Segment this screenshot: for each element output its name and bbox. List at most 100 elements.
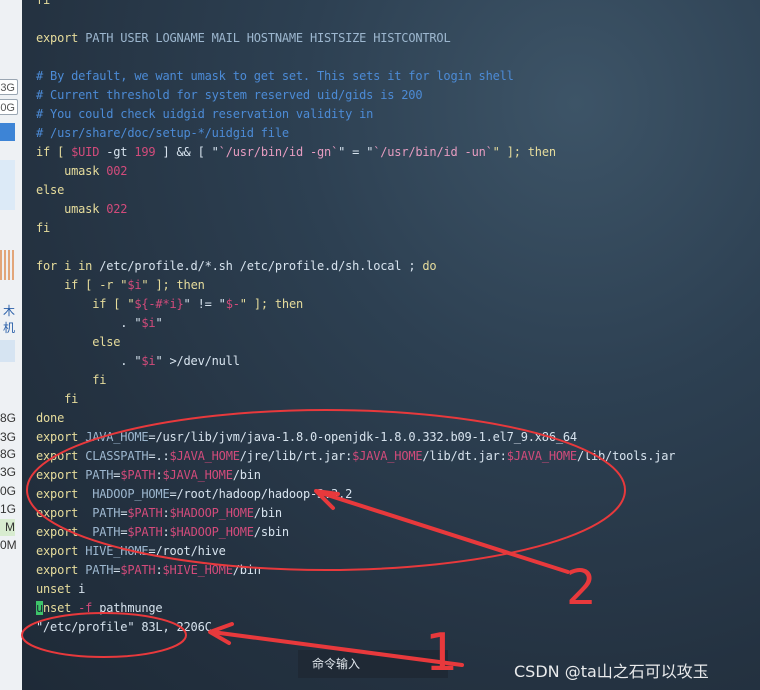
terminal-token: " = " (338, 145, 374, 159)
terminal-token: if [ (36, 145, 72, 159)
terminal-line: done (36, 409, 675, 428)
terminal-line: export HIVE_HOME=/root/hive (36, 542, 675, 561)
terminal-token: ] && [ " (155, 145, 219, 159)
terminal-token: else (36, 335, 121, 349)
terminal-token: " ]; then (492, 145, 556, 159)
terminal-token: : (162, 525, 170, 539)
terminal-line: for i in /etc/profile.d/*.sh /etc/profil… (36, 257, 675, 276)
terminal-token: # /usr/share/doc/setup-*/uidgid file (36, 126, 289, 140)
terminal-token: /jre/lib/rt.jar: (239, 449, 353, 463)
terminal-token: $HADOOP_HOME (169, 525, 254, 539)
terminal-token: export (36, 525, 93, 539)
terminal-line: "/etc/profile" 83L, 2206C (36, 618, 675, 637)
terminal-token: "/etc/profile" 83L, 2206C (36, 620, 212, 634)
terminal-line: if [ -r "$i" ]; then (36, 276, 675, 295)
terminal-token: if [ " (36, 297, 135, 311)
terminal-token: 022 (106, 202, 128, 216)
terminal-token: export (36, 468, 86, 482)
terminal-token: =/root/hadoop/hadoop-3.3.2 (169, 487, 353, 501)
terminal-token: /lib/tools.jar (576, 449, 676, 463)
terminal-token: export (36, 430, 86, 444)
terminal-line: fi (36, 390, 675, 409)
terminal-line: else (36, 333, 675, 352)
terminal-window[interactable]: fi export PATH USER LOGNAME MAIL HOSTNAM… (22, 0, 760, 690)
terminal-token: /bin (253, 506, 282, 520)
selected-row[interactable] (0, 123, 15, 141)
terminal-line: else (36, 181, 675, 200)
mini-chart (0, 250, 15, 280)
terminal-line: export PATH=$PATH:$HADOOP_HOME/sbin (36, 523, 675, 542)
terminal-token: $JAVA_HOME (506, 449, 577, 463)
terminal-line: export JAVA_HOME=/usr/lib/jvm/java-1.8.0… (36, 428, 675, 447)
terminal-token: $HADOOP_HOME (169, 506, 254, 520)
size-value: 3G (0, 465, 17, 479)
terminal-token: `/usr/bin/id -un` (373, 145, 493, 159)
terminal-token: /bin (232, 563, 261, 577)
size-value: 0G (0, 484, 17, 498)
terminal-token: i (78, 582, 86, 596)
terminal-line: if [ "${-#*i}" != "$-" ]; then (36, 295, 675, 314)
terminal-token: # You could check uidgid reservation val… (36, 107, 374, 121)
terminal-line: unset -f pathmunge (36, 599, 675, 618)
terminal-token: $JAVA_HOME (169, 449, 240, 463)
terminal-line: unset i (36, 580, 675, 599)
terminal-token: HIVE_HOME (85, 544, 149, 558)
size-field[interactable]: 3G (0, 79, 18, 95)
machine-label: 木机 (2, 304, 15, 335)
terminal-token: PATH (92, 506, 121, 520)
terminal-token: =/root/hive (148, 544, 226, 558)
terminal-token: do (422, 259, 437, 273)
terminal-line: fi (36, 371, 675, 390)
terminal-line: export CLASSPATH=.:$JAVA_HOME/jre/lib/rt… (36, 447, 676, 466)
terminal-token: $i (141, 316, 156, 330)
terminal-token: $- (225, 297, 240, 311)
terminal-token: 199 (134, 145, 156, 159)
terminal-token: # By default, we want umask to get set. … (36, 69, 514, 83)
terminal-token: $UID (71, 145, 100, 159)
terminal-line: fi (36, 0, 675, 10)
terminal-token: PATH (85, 563, 114, 577)
terminal-token: /bin (232, 468, 261, 482)
size-value: M (0, 519, 15, 536)
terminal-token: $HIVE_HOME (162, 563, 233, 577)
size-value: 8G (0, 411, 17, 425)
terminal-line: . "$i" (36, 314, 675, 333)
terminal-token: " != " (183, 297, 226, 311)
terminal-line: # You could check uidgid reservation val… (36, 105, 675, 124)
terminal-token: $PATH (127, 506, 163, 520)
terminal-line: umask 002 (36, 162, 675, 181)
terminal-token: -f (78, 601, 100, 615)
terminal-line: # Current threshold for system reserved … (36, 86, 675, 105)
watermark: CSDN @ta山之石可以攻玉 (514, 662, 709, 681)
terminal-line: if [ $UID -gt 199 ] && [ "`/usr/bin/id -… (36, 143, 675, 162)
terminal-line: export PATH USER LOGNAME MAIL HOSTNAME H… (36, 29, 675, 48)
terminal-token: PATH USER LOGNAME MAIL HOSTNAME HISTSIZE… (85, 31, 451, 45)
command-input-label[interactable]: 命令输入 (298, 650, 448, 678)
terminal-line: export PATH=$PATH:$JAVA_HOME/bin (36, 466, 675, 485)
terminal-token: 002 (106, 164, 128, 178)
terminal-token: export (36, 563, 86, 577)
terminal-token: " ]; then (239, 297, 303, 311)
terminal-token: . " (36, 316, 142, 330)
terminal-token: $JAVA_HOME (162, 468, 233, 482)
terminal-token: unset (36, 582, 79, 596)
background-window-strip: 3G 0G 木机 8G 3G 8G 3G 0G 1G M 0M (0, 0, 23, 690)
terminal-token: /sbin (253, 525, 289, 539)
size-field[interactable]: 0G (0, 99, 18, 115)
terminal-token: for i in (36, 259, 100, 273)
terminal-token: " (155, 316, 163, 330)
terminal-token: u (36, 601, 44, 615)
terminal-token: `/usr/bin/id -gn` (218, 145, 339, 159)
terminal-token: $PATH (127, 525, 163, 539)
terminal-token: ${-#*i} (134, 297, 184, 311)
terminal-token: umask (36, 164, 107, 178)
terminal-token: export (36, 31, 86, 45)
terminal-token: $i (127, 278, 142, 292)
terminal-token: fi (36, 221, 51, 235)
terminal-line: umask 022 (36, 200, 675, 219)
highlight-block (0, 160, 15, 210)
terminal-token: " ]; then (141, 278, 205, 292)
